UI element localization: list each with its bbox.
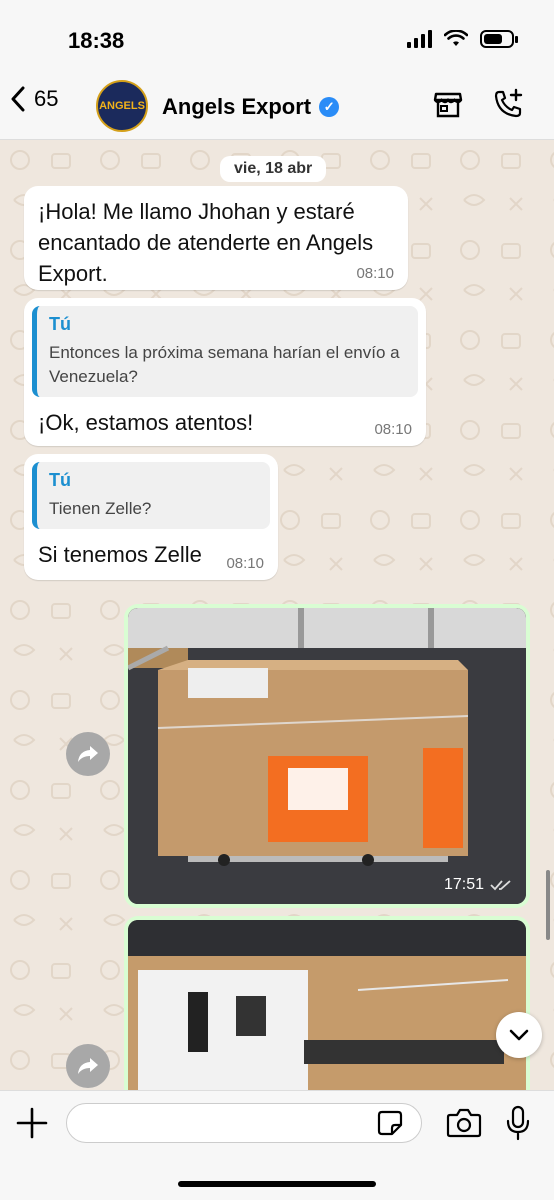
double-check-icon xyxy=(490,880,511,891)
scroll-to-bottom-button[interactable] xyxy=(496,1012,542,1058)
message-time: 08:10 xyxy=(374,421,412,438)
message-input[interactable] xyxy=(66,1103,422,1143)
status-time: 18:38 xyxy=(68,28,125,53)
camera-icon[interactable] xyxy=(446,1107,482,1139)
message-time: 08:10 xyxy=(226,555,264,572)
shipment-box-photo[interactable]: 17:51 xyxy=(128,608,526,904)
avatar[interactable]: ANGELS xyxy=(96,80,148,132)
outgoing-image-message[interactable] xyxy=(124,916,530,1090)
box-photo-image xyxy=(128,608,526,904)
back-button[interactable]: 65 xyxy=(10,86,58,112)
header-actions xyxy=(432,88,524,120)
sticker-icon[interactable] xyxy=(376,1109,404,1137)
chat-title[interactable]: Angels Export ✓ xyxy=(162,94,340,120)
chevron-down-icon xyxy=(509,1029,529,1041)
status-icons xyxy=(407,30,518,48)
contact-name: Angels Export xyxy=(162,94,312,119)
message-time: 08:10 xyxy=(356,265,394,282)
avatar-logo-text: ANGELS xyxy=(99,100,145,112)
battery-icon xyxy=(480,30,518,48)
quote-author: Tú xyxy=(49,314,71,334)
plus-icon[interactable] xyxy=(14,1105,50,1141)
unread-count: 65 xyxy=(34,86,59,111)
cellular-signal-icon xyxy=(407,30,432,48)
image-time: 17:51 xyxy=(443,876,484,893)
incoming-reply-message[interactable]: Tú Tienen Zelle? Si tenemos Zelle 08:10 xyxy=(24,454,278,580)
quote-text: Tienen Zelle? xyxy=(49,499,152,518)
top-bar: 18:38 65 ANGELS Angels Export ✓ xyxy=(0,0,554,140)
chevron-left-icon xyxy=(11,86,25,112)
date-separator: vie, 18 abr xyxy=(220,156,327,182)
incoming-reply-message[interactable]: Tú Entonces la próxima semana harían el … xyxy=(24,298,426,446)
chat-area[interactable]: vie, 18 abr ¡Hola! Me llamo Jhohan y est… xyxy=(0,140,554,1090)
forward-button[interactable] xyxy=(66,732,110,776)
storefront-icon[interactable] xyxy=(432,88,464,120)
composer-bar xyxy=(0,1090,554,1200)
scrollbar[interactable] xyxy=(546,870,550,940)
verified-check-icon: ✓ xyxy=(319,97,340,117)
microphone-icon[interactable] xyxy=(504,1105,532,1141)
quoted-message[interactable]: Tú Tienen Zelle? xyxy=(32,462,270,529)
box-label-photo-image xyxy=(128,920,526,1090)
message-text: ¡Ok, estamos atentos! xyxy=(38,410,254,435)
quote-text: Entonces la próxima semana harían el env… xyxy=(49,343,400,386)
forward-icon xyxy=(78,746,98,762)
incoming-message[interactable]: ¡Hola! Me llamo Jhohan y estaré encantad… xyxy=(24,186,408,290)
wifi-icon xyxy=(444,30,468,46)
quote-author: Tú xyxy=(49,470,71,490)
forward-button[interactable] xyxy=(66,1044,110,1088)
image-timestamp: 17:51 xyxy=(444,876,512,894)
quoted-message[interactable]: Tú Entonces la próxima semana harían el … xyxy=(32,306,418,397)
outgoing-image-message[interactable]: 17:51 xyxy=(124,604,530,908)
add-call-icon[interactable] xyxy=(492,88,524,120)
shipment-label-photo[interactable] xyxy=(128,920,526,1090)
message-text: ¡Hola! Me llamo Jhohan y estaré encantad… xyxy=(38,199,374,286)
forward-icon xyxy=(78,1058,98,1074)
home-indicator xyxy=(178,1181,376,1187)
